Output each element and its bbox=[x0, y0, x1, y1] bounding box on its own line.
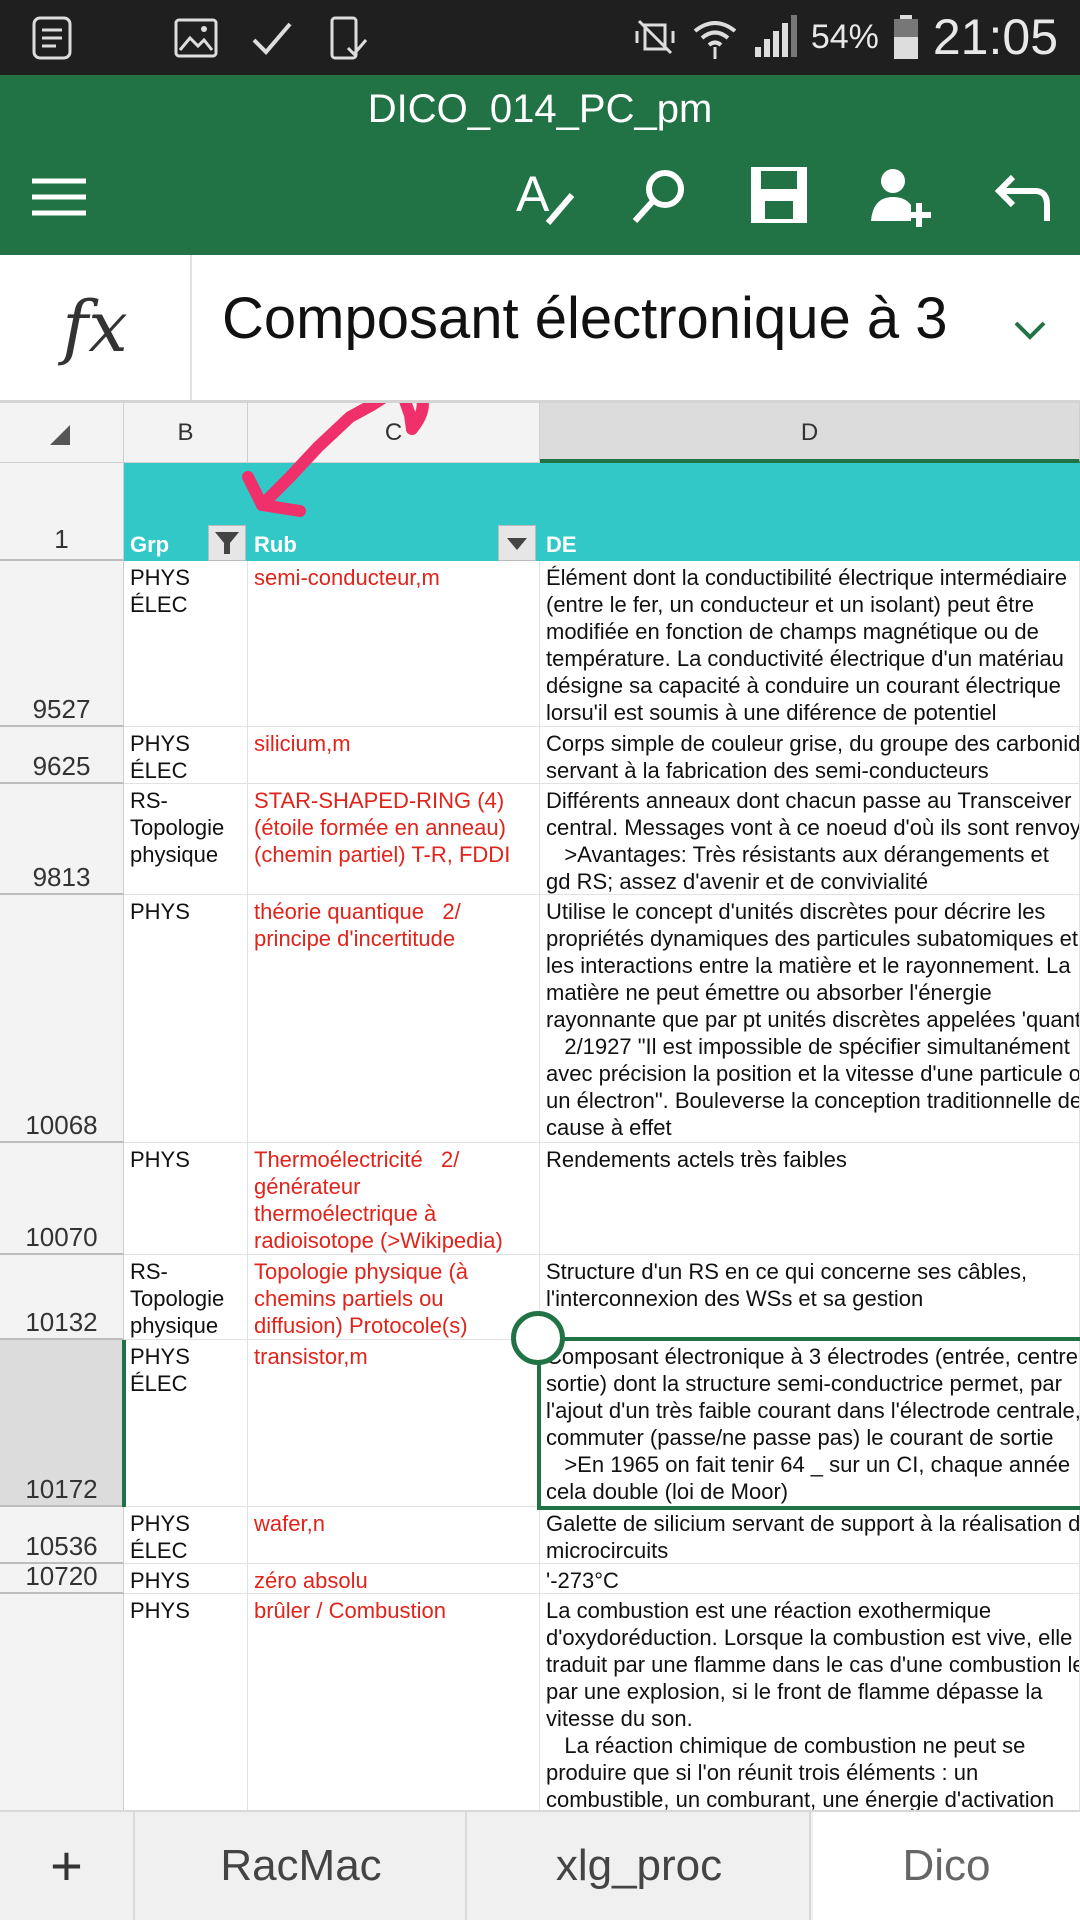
share-person-icon[interactable] bbox=[865, 161, 935, 231]
cell-grp[interactable]: PHYS ÉLEC bbox=[124, 727, 248, 784]
cell-de[interactable]: Galette de silicium servant de support à… bbox=[540, 1507, 1080, 1564]
row-header[interactable]: 9813 bbox=[0, 784, 124, 895]
row-header[interactable]: 10172 bbox=[0, 1340, 124, 1507]
formula-input[interactable]: Composant électronique à 3 bbox=[222, 285, 947, 352]
header-de: DE bbox=[546, 532, 577, 557]
add-sheet-button[interactable]: + bbox=[0, 1812, 135, 1920]
filter-icon bbox=[215, 532, 239, 554]
filter-applied-button[interactable] bbox=[208, 525, 246, 561]
column-header-b[interactable]: B bbox=[124, 403, 248, 463]
cell-rub[interactable]: théorie quantique 2/ principe d'incertit… bbox=[248, 895, 540, 1143]
row-header[interactable]: 10132 bbox=[0, 1255, 124, 1340]
cell-grp[interactable]: PHYS ÉLEC bbox=[124, 1507, 248, 1564]
table-header-row: Grp Rub DE bbox=[124, 463, 1080, 561]
cell-grp[interactable]: PHYS ÉLEC bbox=[124, 561, 248, 727]
chevron-down-icon[interactable] bbox=[1010, 315, 1050, 345]
tab-xlg-proc[interactable]: xlg_proc bbox=[469, 1812, 811, 1920]
battery-icon bbox=[893, 15, 918, 59]
row-header[interactable] bbox=[0, 1594, 124, 1810]
cell-de[interactable]: Rendements actels très faibles bbox=[540, 1143, 1080, 1255]
formula-bar: fx Composant électronique à 3 bbox=[0, 255, 1080, 403]
cell-rub[interactable]: brûler / Combustion bbox=[248, 1594, 540, 1810]
filter-dropdown-button[interactable] bbox=[498, 525, 536, 561]
mute-icon bbox=[635, 19, 675, 55]
cell-de[interactable]: Élément dont la conductibilité électriqu… bbox=[540, 561, 1080, 727]
phone-check-icon bbox=[330, 16, 368, 60]
text-format-icon[interactable]: A bbox=[510, 161, 580, 231]
cell-rub[interactable]: silicium,m bbox=[248, 727, 540, 784]
undo-icon[interactable] bbox=[985, 161, 1055, 231]
row-header[interactable]: 9625 bbox=[0, 727, 124, 784]
sheet-tabs: + RacMac xlg_proc Dico bbox=[0, 1810, 1080, 1920]
signal-icon bbox=[754, 15, 797, 57]
column-header-c[interactable]: C bbox=[248, 403, 540, 463]
app-bar: DICO_014_PC_pm A bbox=[0, 75, 1080, 255]
tab-dico[interactable]: Dico bbox=[813, 1812, 1080, 1920]
cell-grp[interactable]: PHYS bbox=[124, 1564, 248, 1594]
cell-de[interactable]: '-273°C bbox=[540, 1564, 1080, 1594]
cell-grp[interactable]: PHYS bbox=[124, 1594, 248, 1810]
cell-de[interactable]: Structure d'un RS en ce qui concerne ses… bbox=[540, 1255, 1080, 1340]
menu-icon[interactable] bbox=[28, 165, 92, 229]
spreadsheet-grid[interactable]: B C D 1 Grp Rub DE 9527 PHYS ÉLEC semi-c… bbox=[0, 403, 1080, 1810]
cell-rub[interactable]: wafer,n bbox=[248, 1507, 540, 1564]
check-icon bbox=[252, 22, 292, 55]
wifi-icon bbox=[693, 21, 737, 59]
cell-de[interactable]: Différents anneaux dont chacun passe au … bbox=[540, 784, 1080, 895]
save-icon[interactable] bbox=[745, 161, 815, 231]
header-rub: Rub bbox=[254, 532, 297, 557]
cell-rub[interactable]: zéro absolu bbox=[248, 1564, 540, 1594]
row-header[interactable]: 9527 bbox=[0, 561, 124, 727]
cell-grp[interactable]: RS- Topologie physique bbox=[124, 1255, 248, 1340]
row-header[interactable]: 10068 bbox=[0, 895, 124, 1143]
column-header-d[interactable]: D bbox=[540, 403, 1080, 463]
search-icon[interactable] bbox=[625, 161, 695, 231]
select-all-corner[interactable] bbox=[0, 403, 124, 463]
document-title: DICO_014_PC_pm bbox=[367, 87, 713, 131]
selection-handle[interactable] bbox=[511, 1311, 565, 1365]
cell-grp[interactable]: PHYS bbox=[124, 1143, 248, 1255]
row-header[interactable]: 10070 bbox=[0, 1143, 124, 1255]
row-header[interactable]: 1 bbox=[0, 463, 124, 561]
row-header[interactable]: 10536 bbox=[0, 1507, 124, 1564]
notes-icon bbox=[32, 16, 72, 60]
tab-racmac[interactable]: RacMac bbox=[137, 1812, 467, 1920]
svg-text:A: A bbox=[516, 166, 550, 222]
battery-percent: 54% bbox=[810, 17, 879, 56]
row-header[interactable]: 10720 bbox=[0, 1561, 124, 1594]
cell-de[interactable]: Utilise le concept d'unités discrètes po… bbox=[540, 895, 1080, 1143]
cell-de[interactable]: La combustion est une réaction exothermi… bbox=[540, 1594, 1080, 1810]
cell-rub[interactable]: Thermoélectricité 2/ générateur thermoél… bbox=[248, 1143, 540, 1255]
clock: 21:05 bbox=[932, 9, 1058, 65]
cell-grp[interactable]: RS- Topologie physique bbox=[124, 784, 248, 895]
corner-triangle-icon bbox=[50, 425, 70, 445]
fx-label[interactable]: fx bbox=[0, 255, 192, 400]
cell-rub[interactable]: Topologie physique (à chemins partiels o… bbox=[248, 1255, 540, 1340]
dropdown-arrow-icon bbox=[507, 538, 527, 550]
cell-rub[interactable]: transistor,m bbox=[248, 1340, 540, 1507]
cell-rub[interactable]: STAR-SHAPED-RING (4) (étoile formée en a… bbox=[248, 784, 540, 895]
cell-de-selected[interactable]: Composant électronique à 3 électrodes (e… bbox=[540, 1340, 1080, 1507]
row-selection-indicator bbox=[122, 1340, 126, 1507]
cell-de[interactable]: Corps simple de couleur grise, du groupe… bbox=[540, 727, 1080, 784]
cell-rub[interactable]: semi-conducteur,m bbox=[248, 561, 540, 727]
cell-grp[interactable]: PHYS bbox=[124, 895, 248, 1143]
gallery-icon bbox=[174, 18, 218, 58]
cell-grp[interactable]: PHYS ÉLEC bbox=[124, 1340, 248, 1507]
status-bar: 54% 21:05 bbox=[0, 0, 1080, 75]
